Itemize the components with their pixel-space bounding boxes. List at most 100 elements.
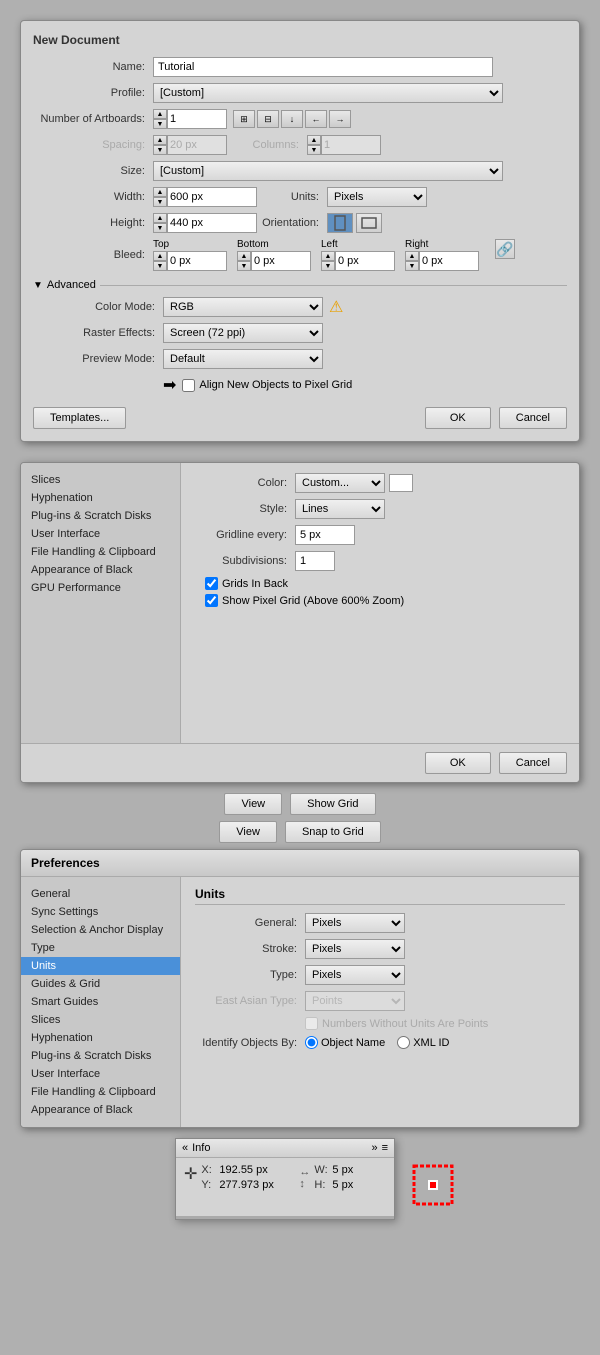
bleed-top-up[interactable]: ▲ bbox=[153, 251, 167, 261]
sidebar-item-appearance[interactable]: Appearance of Black bbox=[21, 561, 180, 579]
pref-sidebar-selection[interactable]: Selection & Anchor Display bbox=[21, 921, 180, 939]
sidebar-item-ui[interactable]: User Interface bbox=[21, 525, 180, 543]
artboard-right-icon[interactable]: → bbox=[329, 110, 351, 128]
raster-effects-select[interactable]: Screen (72 ppi) bbox=[163, 323, 323, 343]
profile-select[interactable]: [Custom] bbox=[153, 83, 503, 103]
columns-up-btn[interactable]: ▲ bbox=[307, 135, 321, 145]
artboards-input[interactable] bbox=[167, 109, 227, 129]
size-select[interactable]: [Custom] bbox=[153, 161, 503, 181]
artboard-grid-icon[interactable]: ⊞ bbox=[233, 110, 255, 128]
grid-color-swatch[interactable] bbox=[389, 474, 413, 492]
general-units-select[interactable]: Pixels bbox=[305, 913, 405, 933]
info-menu-icon[interactable]: ≡ bbox=[382, 1142, 388, 1154]
grid-subdivisions-input[interactable] bbox=[295, 551, 335, 571]
object-name-option[interactable]: Object Name bbox=[305, 1036, 385, 1049]
bleed-bottom-up[interactable]: ▲ bbox=[237, 251, 251, 261]
warning-icon: ⚠ bbox=[329, 297, 343, 317]
artboard-left-icon[interactable]: ← bbox=[305, 110, 327, 128]
height-up-btn[interactable]: ▲ bbox=[153, 213, 167, 223]
width-down-btn[interactable]: ▼ bbox=[153, 197, 167, 207]
view-button-1[interactable]: View bbox=[224, 793, 282, 815]
bleed-top-down[interactable]: ▼ bbox=[153, 261, 167, 271]
bleed-right-up[interactable]: ▲ bbox=[405, 251, 419, 261]
align-checkbox[interactable] bbox=[182, 379, 195, 392]
spacing-up-btn[interactable]: ▲ bbox=[153, 135, 167, 145]
artboards-up-btn[interactable]: ▲ bbox=[153, 109, 167, 119]
name-input[interactable] bbox=[153, 57, 493, 77]
bleed-right-input[interactable] bbox=[419, 251, 479, 271]
bleed-bottom-input[interactable] bbox=[251, 251, 311, 271]
object-name-radio[interactable] bbox=[305, 1036, 318, 1049]
sidebar-item-hyphenation[interactable]: Hyphenation bbox=[21, 489, 180, 507]
type-units-select[interactable]: Pixels bbox=[305, 965, 405, 985]
preview-mode-select[interactable]: Default bbox=[163, 349, 323, 369]
artboards-down-btn[interactable]: ▼ bbox=[153, 119, 167, 129]
stroke-units-label: Stroke: bbox=[195, 943, 305, 955]
chevron-left-icon[interactable]: « bbox=[182, 1142, 188, 1154]
east-asian-select[interactable]: Points bbox=[305, 991, 405, 1011]
grid-gridline-input[interactable] bbox=[295, 525, 355, 545]
ok-button[interactable]: OK bbox=[425, 407, 491, 429]
bleed-left-input[interactable] bbox=[335, 251, 395, 271]
units-section-title: Units bbox=[195, 887, 565, 905]
sidebar-item-slices[interactable]: Slices bbox=[21, 471, 180, 489]
color-mode-select[interactable]: RGB bbox=[163, 297, 323, 317]
grid-color-select[interactable]: Custom... bbox=[295, 473, 385, 493]
grid-ok-button[interactable]: OK bbox=[425, 752, 491, 774]
pref-sidebar-guides[interactable]: Guides & Grid bbox=[21, 975, 180, 993]
grids-in-back-checkbox[interactable] bbox=[205, 577, 218, 590]
show-pixel-label: Show Pixel Grid (Above 600% Zoom) bbox=[222, 595, 404, 607]
pref-sidebar-type[interactable]: Type bbox=[21, 939, 180, 957]
height-down-btn[interactable]: ▼ bbox=[153, 223, 167, 233]
width-up-btn[interactable]: ▲ bbox=[153, 187, 167, 197]
no-units-checkbox[interactable] bbox=[305, 1017, 318, 1030]
xml-id-radio[interactable] bbox=[397, 1036, 410, 1049]
x-row: X: 192.55 px bbox=[201, 1164, 289, 1176]
portrait-btn[interactable] bbox=[327, 213, 353, 233]
advanced-triangle[interactable]: ▼ bbox=[33, 280, 43, 291]
grid-style-select[interactable]: Lines bbox=[295, 499, 385, 519]
artboard-col-icon[interactable]: ↓ bbox=[281, 110, 303, 128]
width-input[interactable] bbox=[167, 187, 257, 207]
bleed-link-icon[interactable]: 🔗 bbox=[495, 239, 515, 259]
color-swatch bbox=[412, 1164, 454, 1206]
stroke-units-select[interactable]: Pixels bbox=[305, 939, 405, 959]
columns-input[interactable] bbox=[321, 135, 381, 155]
columns-down-btn[interactable]: ▼ bbox=[307, 145, 321, 155]
spacing-input[interactable] bbox=[167, 135, 227, 155]
height-input[interactable] bbox=[167, 213, 257, 233]
chevron-right-icon[interactable]: » bbox=[371, 1142, 377, 1154]
view-button-2[interactable]: View bbox=[219, 821, 277, 843]
pref-sidebar-slices2[interactable]: Slices bbox=[21, 1011, 180, 1029]
cancel-button[interactable]: Cancel bbox=[499, 407, 567, 429]
pref-sidebar-smart-guides[interactable]: Smart Guides bbox=[21, 993, 180, 1011]
pref-sidebar-file2[interactable]: File Handling & Clipboard bbox=[21, 1083, 180, 1101]
bleed-right-down[interactable]: ▼ bbox=[405, 261, 419, 271]
show-pixel-checkbox[interactable] bbox=[205, 594, 218, 607]
bleed-left-down[interactable]: ▼ bbox=[321, 261, 335, 271]
landscape-btn[interactable] bbox=[356, 213, 382, 233]
pref-sidebar-hyphenation2[interactable]: Hyphenation bbox=[21, 1029, 180, 1047]
pref-sidebar-plugins2[interactable]: Plug-ins & Scratch Disks bbox=[21, 1047, 180, 1065]
bleed-top-input[interactable] bbox=[167, 251, 227, 271]
align-checkbox-label: Align New Objects to Pixel Grid bbox=[199, 379, 352, 391]
bleed-bottom-down[interactable]: ▼ bbox=[237, 261, 251, 271]
artboards-stepper-btns[interactable]: ▲ ▼ bbox=[153, 109, 167, 129]
spacing-down-btn[interactable]: ▼ bbox=[153, 145, 167, 155]
templates-button[interactable]: Templates... bbox=[33, 407, 126, 429]
show-grid-button[interactable]: Show Grid bbox=[290, 793, 375, 815]
units-select[interactable]: Pixels bbox=[327, 187, 427, 207]
snap-grid-button[interactable]: Snap to Grid bbox=[285, 821, 381, 843]
sidebar-item-gpu[interactable]: GPU Performance bbox=[21, 579, 180, 597]
pref-sidebar-ui2[interactable]: User Interface bbox=[21, 1065, 180, 1083]
xml-id-option[interactable]: XML ID bbox=[397, 1036, 449, 1049]
sidebar-item-plugins[interactable]: Plug-ins & Scratch Disks bbox=[21, 507, 180, 525]
grid-cancel-button[interactable]: Cancel bbox=[499, 752, 567, 774]
bleed-left-up[interactable]: ▲ bbox=[321, 251, 335, 261]
artboard-row-icon[interactable]: ⊟ bbox=[257, 110, 279, 128]
sidebar-item-file-handling[interactable]: File Handling & Clipboard bbox=[21, 543, 180, 561]
pref-sidebar-appearance2[interactable]: Appearance of Black bbox=[21, 1101, 180, 1119]
pref-sidebar-units[interactable]: Units bbox=[21, 957, 180, 975]
pref-sidebar-general[interactable]: General bbox=[21, 885, 180, 903]
pref-sidebar-sync[interactable]: Sync Settings bbox=[21, 903, 180, 921]
